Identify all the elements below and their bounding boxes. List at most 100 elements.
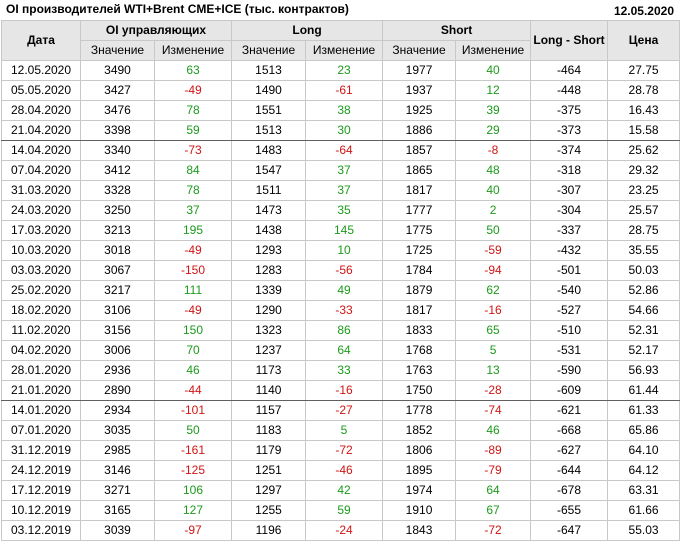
cell-long-change: 23 <box>305 60 384 81</box>
cell-oi-change: 70 <box>153 340 233 361</box>
cell-oi-change: 106 <box>153 480 233 501</box>
cell-price: 50.03 <box>607 260 680 281</box>
cell-long-value: 1173 <box>231 360 307 381</box>
cell-price: 28.78 <box>607 80 680 101</box>
cell-long-short: -374 <box>530 140 609 161</box>
col-price-header: Цена <box>607 20 680 61</box>
cell-date: 28.01.2020 <box>1 360 81 381</box>
cell-short-value: 1777 <box>382 200 457 221</box>
cell-oi-value: 3250 <box>80 200 155 221</box>
oi-value-header: Значение <box>80 40 155 61</box>
cell-oi-change: -73 <box>153 140 233 161</box>
table-row: 28.01.2020 2936 46 1173 33 1763 13 -590 56.93 <box>1 360 680 381</box>
cell-oi-change: 78 <box>153 100 233 121</box>
cell-short-change: 5 <box>455 340 532 361</box>
cell-short-value: 1852 <box>382 420 457 441</box>
cell-date: 07.01.2020 <box>1 420 81 441</box>
table-row: 25.02.2020 3217 111 1339 49 1879 62 -540 52.86 <box>1 280 680 301</box>
cell-long-change: 49 <box>305 280 384 301</box>
cell-date: 10.03.2020 <box>1 240 81 261</box>
cell-long-change: 64 <box>305 340 384 361</box>
cell-long-short: -373 <box>530 120 609 141</box>
cell-oi-value: 3146 <box>80 460 155 481</box>
cell-date: 28.04.2020 <box>1 100 81 121</box>
cell-long-change: 10 <box>305 240 384 261</box>
cell-date: 31.12.2019 <box>1 440 81 461</box>
col-long-short-header: Long - Short <box>530 20 609 61</box>
cell-short-value: 1778 <box>382 400 457 421</box>
cell-long-short: -540 <box>530 280 609 301</box>
cell-date: 03.03.2020 <box>1 260 81 281</box>
cell-oi-change: 59 <box>153 120 233 141</box>
cell-long-change: 38 <box>305 100 384 121</box>
cell-long-short: -432 <box>530 240 609 261</box>
cell-price: 52.17 <box>607 340 680 361</box>
cell-long-change: 30 <box>305 120 384 141</box>
cell-short-value: 1817 <box>382 180 457 201</box>
cell-long-change: -64 <box>305 140 384 161</box>
cell-long-short: -609 <box>530 380 609 401</box>
table-row: 07.04.2020 3412 84 1547 37 1865 48 -318 29.32 <box>1 160 680 181</box>
cell-oi-change: 127 <box>153 500 233 521</box>
cell-oi-value: 3427 <box>80 80 155 101</box>
cell-long-value: 1157 <box>231 400 307 421</box>
cell-oi-change: -97 <box>153 520 233 541</box>
cell-oi-change: 78 <box>153 180 233 201</box>
cell-short-change: 50 <box>455 220 532 241</box>
cell-oi-value: 3039 <box>80 520 155 541</box>
cell-oi-change: -49 <box>153 300 233 321</box>
oi-change-header: Изменение <box>153 40 233 61</box>
cell-short-value: 1895 <box>382 460 457 481</box>
cell-long-change: -56 <box>305 260 384 281</box>
cell-short-value: 1817 <box>382 300 457 321</box>
cell-long-value: 1483 <box>231 140 307 161</box>
long-value-header: Значение <box>231 40 307 61</box>
cell-oi-value: 2985 <box>80 440 155 461</box>
cell-short-change: -16 <box>455 300 532 321</box>
oi-table: Дата OI управляющих Long Short Long - Sh… <box>1 20 680 541</box>
cell-long-value: 1513 <box>231 120 307 141</box>
short-change-header: Изменение <box>455 40 532 61</box>
cell-date: 10.12.2019 <box>1 500 81 521</box>
table-row: 31.03.2020 3328 78 1511 37 1817 40 -307 23.25 <box>1 180 680 201</box>
cell-oi-change: 195 <box>153 220 233 241</box>
table-row: 24.03.2020 3250 37 1473 35 1777 2 -304 25.57 <box>1 200 680 221</box>
cell-long-value: 1323 <box>231 320 307 341</box>
table-row: 28.04.2020 3476 78 1551 38 1925 39 -375 16.43 <box>1 100 680 121</box>
cell-price: 54.66 <box>607 300 680 321</box>
cell-long-short: -644 <box>530 460 609 481</box>
cell-long-change: 33 <box>305 360 384 381</box>
cell-long-value: 1255 <box>231 500 307 521</box>
cell-short-change: 2 <box>455 200 532 221</box>
table-row: 14.04.2020 3340 -73 1483 -64 1857 -8 -374 25.62 <box>1 140 680 161</box>
cell-oi-change: 63 <box>153 60 233 81</box>
cell-long-short: -464 <box>530 60 609 81</box>
cell-oi-change: -101 <box>153 400 233 421</box>
cell-date: 14.04.2020 <box>1 140 81 161</box>
cell-long-value: 1237 <box>231 340 307 361</box>
cell-price: 52.31 <box>607 320 680 341</box>
cell-long-short: -655 <box>530 500 609 521</box>
cell-short-value: 1977 <box>382 60 457 81</box>
table-row: 24.12.2019 3146 -125 1251 -46 1895 -79 -644 64.1… <box>1 460 680 481</box>
cell-long-short: -304 <box>530 200 609 221</box>
cell-long-change: -72 <box>305 440 384 461</box>
cell-long-value: 1339 <box>231 280 307 301</box>
cell-short-value: 1886 <box>382 120 457 141</box>
cell-short-value: 1784 <box>382 260 457 281</box>
cell-long-value: 1490 <box>231 80 307 101</box>
cell-long-value: 1438 <box>231 220 307 241</box>
cell-short-value: 1833 <box>382 320 457 341</box>
cell-long-short: -647 <box>530 520 609 541</box>
cell-long-value: 1513 <box>231 60 307 81</box>
cell-long-change: 86 <box>305 320 384 341</box>
cell-long-short: -527 <box>530 300 609 321</box>
report-header: OI производителей WTI+Brent CME+ICE (тыс… <box>0 0 680 20</box>
cell-long-change: -61 <box>305 80 384 101</box>
cell-short-value: 1865 <box>382 160 457 181</box>
cell-oi-value: 3340 <box>80 140 155 161</box>
cell-date: 17.12.2019 <box>1 480 81 501</box>
cell-oi-change: 84 <box>153 160 233 181</box>
table-row: 03.03.2020 3067 -150 1283 -56 1784 -94 -501 50.0… <box>1 260 680 281</box>
cell-long-value: 1511 <box>231 180 307 201</box>
